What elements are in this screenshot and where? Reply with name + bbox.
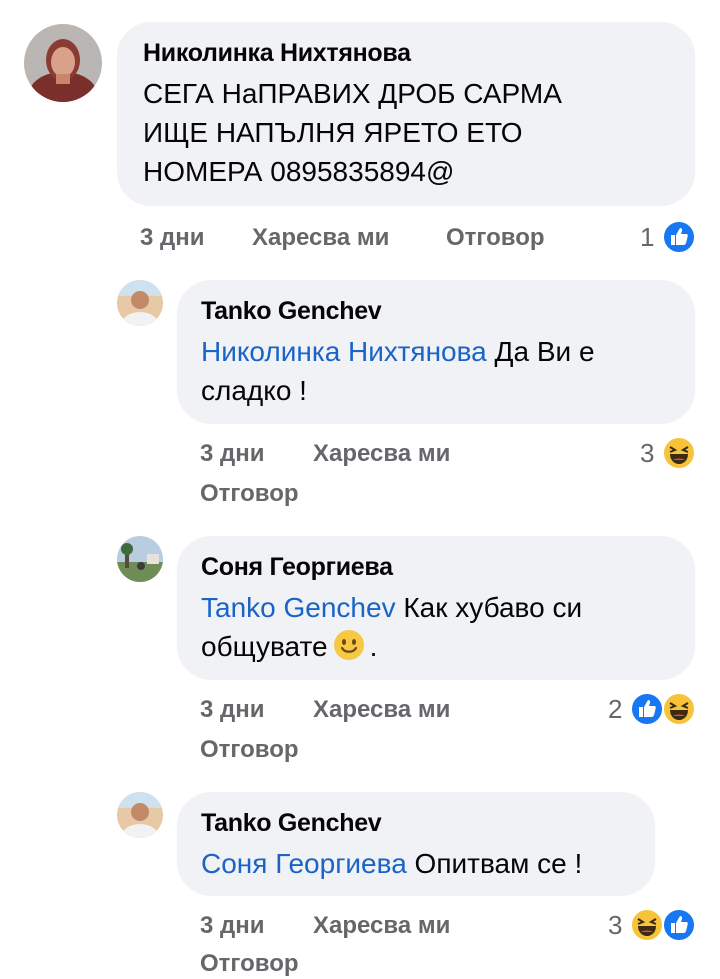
reply-button[interactable]: Отговор [200,736,299,764]
comment-text-part: . [369,631,378,662]
comment-author[interactable]: Tanko Genchev [201,808,631,838]
mention-link[interactable]: Tanko Genchev [201,592,396,623]
reaction-count[interactable]: 3 [608,910,622,941]
reply-button[interactable]: Отговор [200,480,299,508]
comment-text-part: общувате [201,631,328,662]
comment-text-part: Опитвам се ! [414,848,583,879]
like-icon[interactable] [662,908,696,942]
comment-line: общувате. [201,627,671,666]
comment-text-part: Да Ви е [494,336,595,367]
comment-bubble: Tanko Genchev Соня Георгиева Опитвам се … [177,792,655,896]
reaction-count[interactable]: 1 [640,222,654,253]
like-icon[interactable] [662,220,696,254]
comment-line: Николинка Нихтянова Да Ви е [201,332,671,371]
comment-bubble: Tanko Genchev Николинка Нихтянова Да Ви … [177,280,695,424]
reaction-count[interactable]: 3 [640,438,654,469]
comment-bubble: Соня Георгиева Tanko Genchev Как хубаво … [177,536,695,680]
haha-icon[interactable] [662,692,696,726]
reply-button[interactable]: Отговор [446,224,545,252]
comment-timestamp[interactable]: 3 дни [200,912,265,940]
avatar[interactable] [117,792,163,838]
like-icon[interactable] [630,692,664,726]
like-button[interactable]: Харесва ми [252,224,389,252]
comment-bubble: Николинка Нихтянова СЕГА НаПРАВИХ ДРОБ С… [117,22,695,206]
comment-text-part: Как хубаво си [403,592,583,623]
mention-link[interactable]: Соня Георгиева [201,848,407,879]
avatar[interactable] [117,536,163,582]
comment-line: НОМЕРА 0895835894@ [143,156,455,187]
smile-emoji-icon [332,628,366,662]
like-button[interactable]: Харесва ми [313,912,450,940]
avatar[interactable] [117,280,163,326]
reply-button[interactable]: Отговор [200,950,299,978]
mention-link[interactable]: Николинка Нихтянова [201,336,487,367]
reaction-count[interactable]: 2 [608,694,622,725]
comment-text: Соня Георгиева Опитвам се ! [201,844,631,883]
comment-text: Tanko Genchev Как хубаво си общувате. [201,588,671,666]
comment-timestamp[interactable]: 3 дни [140,224,205,252]
comment-author[interactable]: Соня Георгиева [201,552,671,582]
comment-line: Tanko Genchev Как хубаво си [201,588,671,627]
comment-line: ИЩЕ НАПЪЛНЯ ЯРЕТО ЕТО [143,117,523,148]
comment-author[interactable]: Николинка Нихтянова [143,38,669,68]
avatar[interactable] [24,24,102,102]
comment-line: СЕГА НаПРАВИХ ДРОБ САРМА [143,78,562,109]
comment-text: СЕГА НаПРАВИХ ДРОБ САРМА ИЩЕ НАПЪЛНЯ ЯРЕ… [143,74,669,191]
comment-timestamp[interactable]: 3 дни [200,696,265,724]
comment-line: сладко ! [201,375,307,406]
comment-author[interactable]: Tanko Genchev [201,296,671,326]
comment-timestamp[interactable]: 3 дни [200,440,265,468]
like-button[interactable]: Харесва ми [313,440,450,468]
haha-icon[interactable] [630,908,664,942]
comment-text: Николинка Нихтянова Да Ви е сладко ! [201,332,671,410]
haha-icon[interactable] [662,436,696,470]
comment-line: Соня Георгиева Опитвам се ! [201,844,631,883]
like-button[interactable]: Харесва ми [313,696,450,724]
